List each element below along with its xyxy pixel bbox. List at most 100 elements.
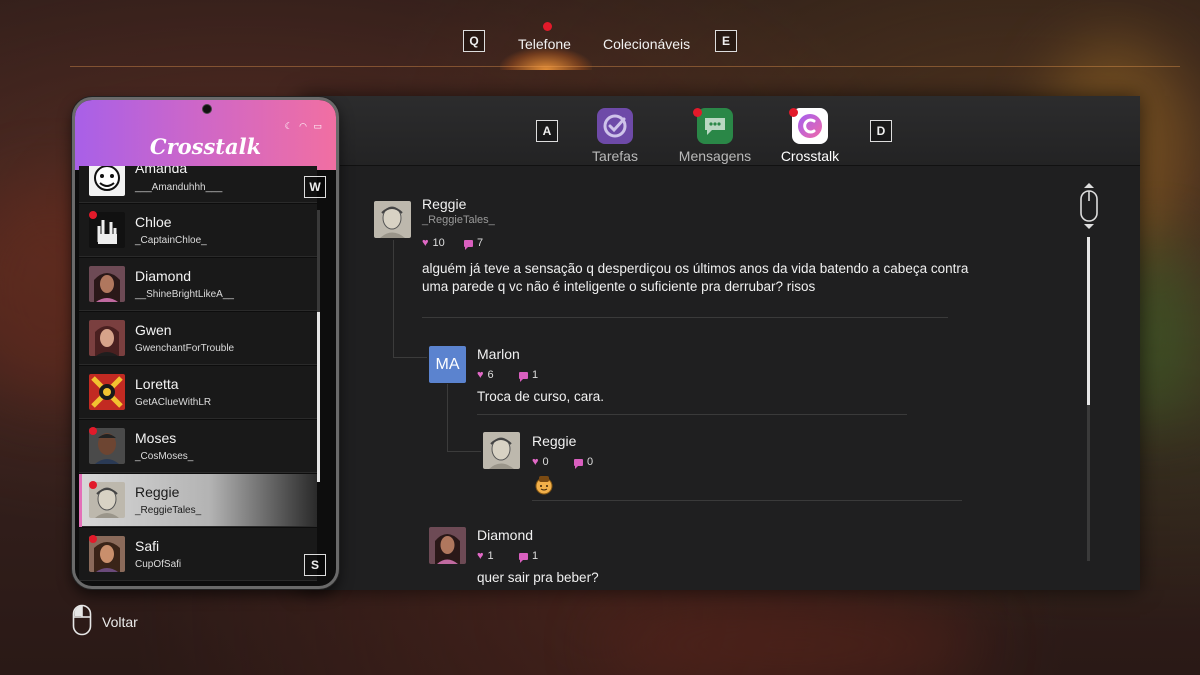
comment-count[interactable]: 0: [574, 456, 593, 469]
app-bar: A Tarefas Mensagens Crosstalk D: [300, 96, 1140, 166]
contact-handle: GwenchantForTrouble: [135, 343, 235, 354]
divider: [422, 317, 948, 318]
avatar[interactable]: [374, 201, 411, 238]
contact-name: Amanda: [135, 166, 188, 176]
heart-icon: ♥: [532, 456, 539, 468]
contact-handle: __ShineBrightLikeA__: [135, 289, 234, 300]
avatar[interactable]: [429, 527, 466, 564]
comment-count[interactable]: 1: [519, 550, 538, 563]
app-label: Mensagens: [678, 148, 752, 164]
tab-telefone[interactable]: Telefone: [518, 36, 571, 52]
like-count[interactable]: ♥ 0: [532, 456, 549, 468]
contact-item-chloe[interactable]: Chloe _CaptainChloe_: [79, 204, 317, 257]
post-text: alguém já teve a sensação q desperdiçou …: [422, 261, 969, 294]
app-label: Crosstalk: [780, 148, 840, 164]
contact-handle: _CosMoses_: [135, 451, 194, 462]
thread-connector: [393, 240, 394, 357]
reply-text: quer sair pra beber?: [477, 570, 599, 585]
checkmark-icon: [597, 108, 633, 144]
avatar[interactable]: MA: [429, 346, 466, 383]
key-q-hint[interactable]: Q: [463, 30, 485, 52]
contact-item-safi[interactable]: Safi CupOfSafi: [79, 528, 317, 581]
app-mensagens[interactable]: Mensagens: [672, 108, 758, 164]
divider: [477, 414, 907, 415]
thread-connector: [447, 451, 481, 452]
post-author[interactable]: Reggie: [422, 196, 466, 212]
avatar[interactable]: [483, 432, 520, 469]
reply-text: Troca de curso, cara.: [477, 389, 605, 404]
contact-item-loretta[interactable]: Loretta GetAClueWithLR: [79, 366, 317, 419]
avatar: [89, 374, 125, 410]
divider: [70, 66, 1180, 67]
comment-count[interactable]: 1: [519, 369, 538, 382]
avatar: [89, 266, 125, 302]
reply-author[interactable]: Marlon: [477, 346, 520, 362]
contact-name: Loretta: [135, 376, 179, 392]
app-title: Crosstalk: [149, 134, 262, 159]
mouse-icon: [72, 604, 92, 639]
key-a-hint[interactable]: A: [536, 120, 558, 142]
contact-handle: GetAClueWithLR: [135, 397, 212, 408]
like-count[interactable]: ♥ 1: [477, 550, 494, 562]
key-w-hint[interactable]: W: [304, 176, 326, 198]
comment-icon: [574, 458, 583, 469]
heart-icon: ♥: [477, 550, 484, 562]
notification-dot: [89, 481, 97, 489]
comment-icon: [519, 371, 528, 382]
emoji-sticker-icon: [533, 474, 555, 501]
contact-item-reggie[interactable]: Reggie _ReggieTales_: [79, 474, 317, 527]
key-d-hint[interactable]: D: [870, 120, 892, 142]
contact-name: Reggie: [135, 484, 180, 500]
heart-icon: ♥: [422, 237, 429, 249]
background-blur: [600, 600, 980, 675]
contact-name: Chloe: [135, 214, 172, 230]
reply-author[interactable]: Diamond: [477, 527, 533, 543]
contact-item-gwen[interactable]: Gwen GwenchantForTrouble: [79, 312, 317, 365]
heart-icon: ♥: [477, 369, 484, 381]
back-label: Voltar: [102, 613, 138, 630]
notification-dot: [543, 22, 552, 31]
contact-list: Amanda ___Amanduhhh___ Chloe _CaptainChl…: [79, 166, 317, 586]
tab-colecionaveis[interactable]: Colecionáveis: [603, 36, 690, 52]
contact-handle: CupOfSafi: [135, 559, 182, 570]
key-e-hint[interactable]: E: [715, 30, 737, 52]
comment-count[interactable]: 7: [464, 237, 483, 250]
contact-handle: _CaptainChloe_: [135, 235, 207, 246]
contact-item-moses[interactable]: Moses _CosMoses_: [79, 420, 317, 473]
contact-handle: _ReggieTales_: [135, 505, 202, 516]
contact-item-diamond[interactable]: Diamond __ShineBrightLikeA__: [79, 258, 317, 311]
comment-icon: [519, 552, 528, 563]
thread-connector: [393, 357, 427, 358]
contact-name: Diamond: [135, 268, 192, 284]
phone-device: ☾ ◠ ▭ Crosstalk Amanda ___Amanduhhh___ C…: [72, 97, 339, 589]
notification-dot: [789, 108, 798, 117]
contact-handle: ___Amanduhhh___: [135, 182, 223, 193]
key-s-hint[interactable]: S: [304, 554, 326, 576]
app-tarefas[interactable]: Tarefas: [576, 108, 654, 164]
app-crosstalk[interactable]: Crosstalk: [774, 108, 846, 164]
notification-dot: [89, 211, 97, 219]
avatar: [89, 166, 125, 196]
thread-connector: [447, 384, 448, 451]
scrollbar-thumb[interactable]: [1087, 237, 1090, 405]
like-count[interactable]: ♥ 10: [422, 237, 445, 249]
avatar: [89, 320, 125, 356]
scrollbar-thumb[interactable]: [317, 312, 320, 482]
back-button[interactable]: Voltar: [72, 604, 138, 639]
notification-dot: [89, 535, 97, 543]
contact-item-amanda[interactable]: Amanda ___Amanduhhh___: [79, 166, 317, 203]
reply-author[interactable]: Reggie: [532, 433, 576, 449]
contact-name: Moses: [135, 430, 177, 446]
top-navigation: Q Telefone Colecionáveis E: [0, 0, 1200, 70]
contact-name: Safi: [135, 538, 160, 554]
crosstalk-panel: A Tarefas Mensagens Crosstalk D: [300, 96, 1140, 590]
mouse-scroll-icon: [1079, 183, 1099, 234]
post-handle: _ReggieTales_: [422, 214, 495, 226]
like-count[interactable]: ♥ 6: [477, 369, 494, 381]
contact-name: Gwen: [135, 322, 172, 338]
camera-icon: [202, 104, 212, 114]
divider: [532, 500, 962, 501]
app-label: Tarefas: [592, 148, 638, 164]
chat-icon: [697, 108, 733, 144]
notification-dot: [89, 427, 97, 435]
